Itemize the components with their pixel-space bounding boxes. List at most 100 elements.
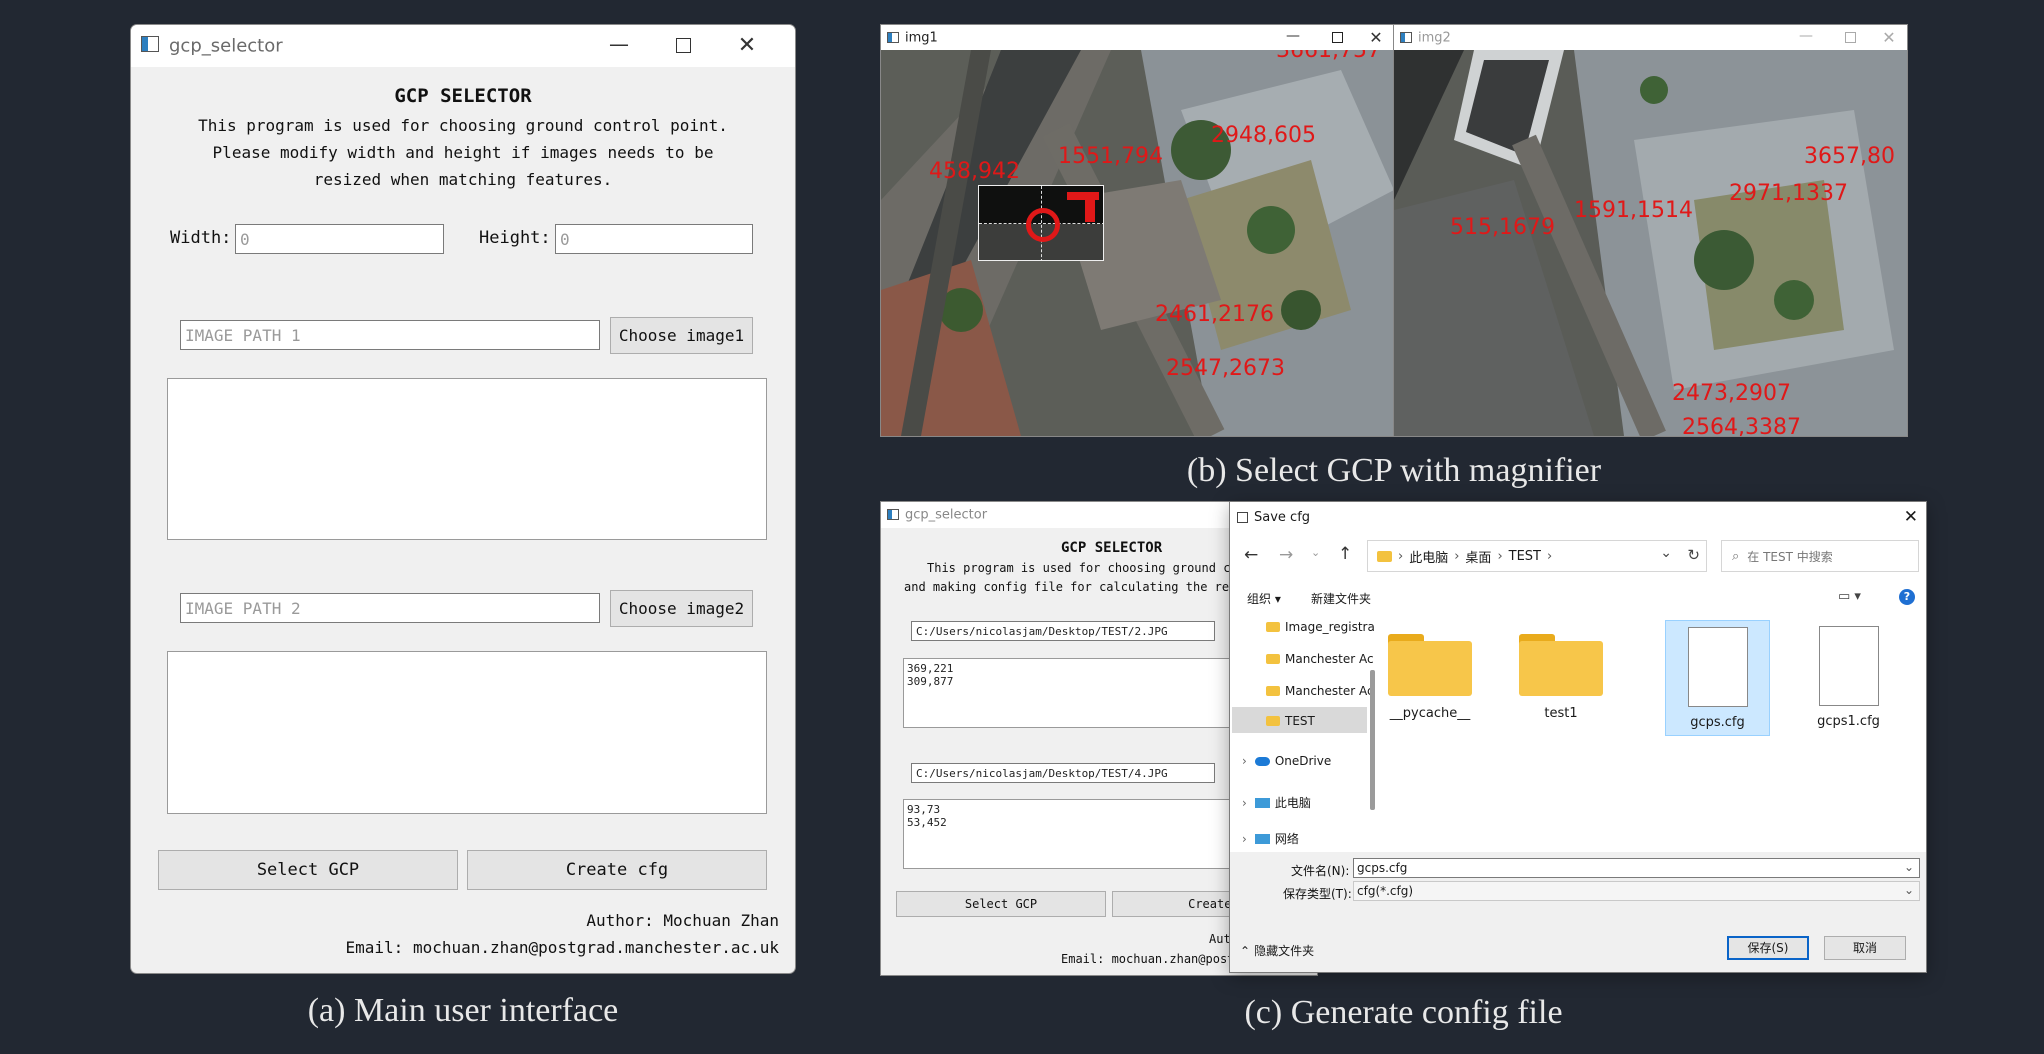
folder-icon xyxy=(1388,634,1472,696)
caption-c: (c) Generate config file xyxy=(1244,994,1563,1031)
breadcrumb-item[interactable]: 桌面 xyxy=(1465,547,1491,566)
choose-image1-button[interactable]: Choose image1 xyxy=(610,317,753,354)
address-bar[interactable]: › 此电脑 › 桌面 › TEST › ⌄ ↻ xyxy=(1367,540,1707,572)
dialog-titlebar[interactable]: Save cfg ✕ xyxy=(1230,502,1926,534)
back-arrow-icon[interactable]: ← xyxy=(1244,545,1258,565)
small-path-1-input[interactable]: C:/Users/nicolasjam/Desktop/TEST/2.JPG xyxy=(911,621,1215,641)
small-heading: GCP SELECTOR xyxy=(1061,540,1163,556)
file-icon xyxy=(1687,627,1748,707)
minimize-icon[interactable]: — xyxy=(599,25,639,67)
up-arrow-icon[interactable]: ↑ xyxy=(1338,544,1352,564)
description-line-2: Please modify width and height if images… xyxy=(212,143,714,162)
height-label: Height: xyxy=(479,228,551,248)
small-select-gcp-button[interactable]: Select GCP xyxy=(896,891,1106,917)
cancel-button[interactable]: 取消 xyxy=(1824,936,1906,960)
close-icon[interactable]: ✕ xyxy=(727,25,767,67)
img1-coord-label: 2948,605 xyxy=(1211,123,1316,148)
gcp-list-2[interactable] xyxy=(167,651,767,814)
folder-icon xyxy=(1266,716,1280,726)
nav-item[interactable]: Manchester Ac xyxy=(1266,684,1374,698)
img1-coord-label: 2547,2673 xyxy=(1166,356,1285,381)
select-gcp-button[interactable]: Select GCP xyxy=(158,850,458,890)
email-text: Email: mochuan.zhan@postgrad.manchester.… xyxy=(345,938,779,957)
forward-arrow-icon[interactable]: → xyxy=(1279,545,1293,565)
nav-item-onedrive[interactable]: › OneDrive xyxy=(1242,754,1331,768)
chevron-down-icon: ⌄ xyxy=(1903,860,1914,874)
nav-item-network[interactable]: › 网络 xyxy=(1242,830,1299,847)
create-cfg-button[interactable]: Create cfg xyxy=(467,850,767,890)
img1-window: img1 — ✕ 458,942 1551,794 2948,605 2461,… xyxy=(881,25,1394,436)
caption-a: (a) Main user interface xyxy=(307,992,619,1029)
help-icon[interactable]: ? xyxy=(1899,589,1915,605)
save-cfg-dialog: Save cfg ✕ ← → ⌄ ↑ › 此电脑 › 桌面 › TEST › ⌄… xyxy=(1230,502,1926,972)
filetype-select[interactable]: cfg(*.cfg) ⌄ xyxy=(1353,881,1920,901)
filetype-label: 保存类型(T): xyxy=(1283,887,1352,901)
view-menu-icon[interactable]: ▭ ▾ xyxy=(1838,589,1861,604)
main-titlebar[interactable]: gcp_selector — ✕ xyxy=(131,25,795,67)
small-app-icon xyxy=(887,509,899,520)
search-box[interactable]: ⌕ 在 TEST 中搜索 xyxy=(1721,540,1919,572)
cloud-icon xyxy=(1254,756,1270,766)
img2-close-icon[interactable]: ✕ xyxy=(1874,25,1904,50)
dialog-close-icon[interactable]: ✕ xyxy=(1904,507,1918,527)
gcp-list-1[interactable] xyxy=(167,378,767,540)
hide-folders-toggle[interactable]: ⌃ 隐藏文件夹 xyxy=(1240,942,1314,959)
img1-coord-label: 1551,794 xyxy=(1058,144,1163,169)
maximize-icon[interactable] xyxy=(663,25,703,67)
nav-item[interactable]: Image_registra xyxy=(1266,620,1375,634)
app-heading: GCP SELECTOR xyxy=(394,85,532,107)
address-dropdown-icon[interactable]: ⌄ xyxy=(1660,545,1672,561)
nav-item-test[interactable]: TEST xyxy=(1266,714,1315,728)
small-author-text: Aut xyxy=(1209,932,1231,946)
network-icon xyxy=(1254,833,1270,844)
img2-coord-label: 3657,80 xyxy=(1804,144,1895,169)
file-item-test1[interactable]: test1 xyxy=(1506,622,1616,737)
img2-titlebar[interactable]: img2 — ✕ xyxy=(1394,25,1907,50)
author-text: Author: Mochuan Zhan xyxy=(586,911,779,930)
image-path-1-input[interactable]: IMAGE PATH 1 xyxy=(180,320,600,350)
description-line-1: This program is used for choosing ground… xyxy=(198,116,728,135)
description-line-3: resized when matching features. xyxy=(313,170,613,189)
file-item-pycache[interactable]: __pycache__ xyxy=(1370,622,1490,737)
choose-image2-button[interactable]: Choose image2 xyxy=(610,590,753,627)
img1-titlebar[interactable]: img1 — ✕ xyxy=(881,25,1394,50)
small-email-text: Email: mochuan.zhan@postgr xyxy=(1061,952,1249,966)
filename-input[interactable]: gcps.cfg ⌄ xyxy=(1353,858,1920,878)
breadcrumb-item[interactable]: TEST xyxy=(1509,549,1541,564)
small-path-2-input[interactable]: C:/Users/nicolasjam/Desktop/TEST/4.JPG xyxy=(911,763,1215,783)
magnifier xyxy=(978,185,1104,261)
img2-title: img2 xyxy=(1418,30,1451,45)
folder-icon xyxy=(1377,550,1392,562)
height-input[interactable]: 0 xyxy=(555,224,753,254)
folder-icon xyxy=(1266,686,1280,696)
file-icon xyxy=(1818,626,1879,706)
img1-coord-label: 3661,757 xyxy=(1276,50,1381,63)
app-icon xyxy=(141,36,159,52)
file-item-gcps1-cfg[interactable]: gcps1.cfg xyxy=(1796,620,1901,736)
img2-coord-label: 1591,1514 xyxy=(1574,198,1693,223)
img2-maximize-icon[interactable] xyxy=(1835,25,1865,50)
chevron-right-icon: › xyxy=(1242,831,1247,846)
img1-close-icon[interactable]: ✕ xyxy=(1361,25,1391,50)
file-item-gcps-cfg-selected[interactable]: gcps.cfg xyxy=(1665,620,1770,736)
nav-item[interactable]: Manchester Ac xyxy=(1266,652,1374,666)
img1-aerial-image[interactable]: 458,942 1551,794 2948,605 2461,2176 2547… xyxy=(881,50,1394,436)
nav-item-this-pc[interactable]: › 此电脑 xyxy=(1242,794,1311,811)
refresh-icon[interactable]: ↻ xyxy=(1687,546,1700,564)
new-folder-button[interactable]: 新建文件夹 xyxy=(1311,590,1371,607)
window-title: gcp_selector xyxy=(169,35,283,57)
save-button[interactable]: 保存(S) xyxy=(1727,936,1809,960)
img2-aerial-image[interactable]: 3657,80 515,1679 1591,1514 2971,1337 247… xyxy=(1394,50,1907,436)
img2-coord-label: 515,1679 xyxy=(1450,215,1555,240)
search-placeholder: 在 TEST 中搜索 xyxy=(1747,549,1833,564)
img2-minimize-icon[interactable]: — xyxy=(1791,25,1821,50)
width-input[interactable]: 0 xyxy=(235,224,444,254)
img1-maximize-icon[interactable] xyxy=(1322,25,1352,50)
breadcrumb-item[interactable]: 此电脑 xyxy=(1409,547,1448,566)
main-window: gcp_selector — ✕ GCP SELECTOR This progr… xyxy=(131,25,795,973)
image-path-2-input[interactable]: IMAGE PATH 2 xyxy=(180,593,600,623)
organize-menu[interactable]: 组织 ▾ xyxy=(1247,590,1281,607)
img1-minimize-icon[interactable]: — xyxy=(1278,25,1308,50)
recent-dropdown-icon[interactable]: ⌄ xyxy=(1311,546,1320,559)
img2-window: img2 — ✕ 3657,80 515,1679 1591,1514 2971… xyxy=(1394,25,1907,436)
